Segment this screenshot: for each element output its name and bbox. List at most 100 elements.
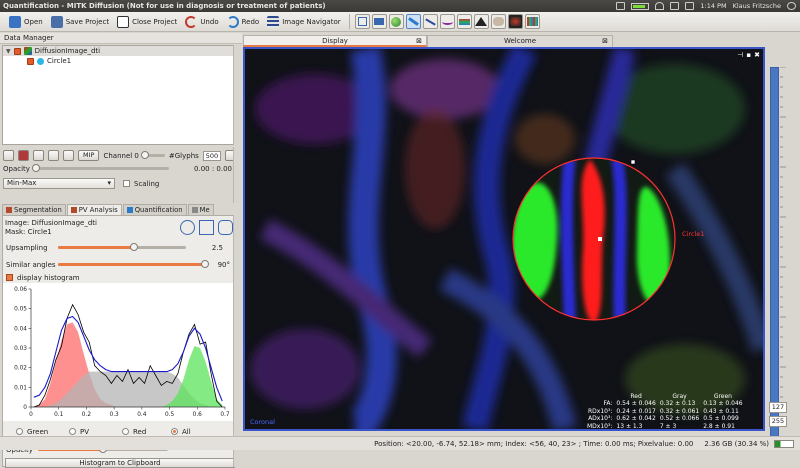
view-tool-button-10[interactable] (507, 14, 523, 29)
wifi-icon[interactable] (655, 2, 665, 10)
histogram-to-clipboard-button[interactable]: Histogram to Clipboard (5, 458, 235, 468)
x-tick-label: 0.4 (137, 412, 147, 418)
radio-green-label: Green (27, 427, 49, 436)
mail-icon[interactable] (670, 2, 680, 10)
channel-slider[interactable] (140, 151, 165, 159)
tab-welcome[interactable]: Welcome ⊠ (427, 35, 613, 47)
view-options-icon[interactable]: ⊣ (737, 51, 743, 59)
slider-knob[interactable] (129, 243, 138, 251)
toolbar-separator (348, 14, 350, 29)
fibers-color-icon (458, 18, 470, 25)
data-manager-scrollbar[interactable] (233, 45, 239, 145)
radio-pv[interactable] (69, 428, 76, 435)
glyphs-spinbox[interactable]: 500 (202, 150, 222, 161)
open-button[interactable]: Open (6, 13, 46, 30)
view-tool-button-7[interactable] (456, 14, 472, 29)
status-bar: Position: <20.00, -6.74, 52.18> mm; Inde… (0, 436, 800, 450)
view-tool-button-4[interactable] (405, 14, 421, 29)
view-tool-button-3[interactable] (388, 14, 404, 29)
roi-center-handle[interactable] (598, 237, 602, 241)
window-titlebar: Quantification - MITK Diffusion (Not for… (0, 0, 800, 12)
battery-icon[interactable] (631, 2, 650, 10)
tab-quantification[interactable]: Quantification (122, 204, 187, 215)
tab-more[interactable]: Me (187, 204, 214, 215)
slider-knob[interactable] (140, 151, 149, 159)
view-tool-button-8[interactable] (473, 14, 489, 29)
power-icon[interactable] (787, 2, 796, 10)
user-name[interactable]: Klaus Fritzsche (733, 2, 781, 10)
roi-radius-handle[interactable] (630, 159, 636, 165)
render-mode-button-3[interactable] (63, 150, 74, 161)
position-readout: Position: <20.00, -6.74, 52.18> mm; Inde… (374, 439, 694, 448)
visibility-checkbox[interactable] (27, 57, 34, 65)
dicom-icon (374, 18, 385, 25)
tree-node-circle[interactable]: Circle1 (3, 56, 237, 66)
upsampling-row: Upsampling 2.5 (3, 241, 235, 254)
circle-roi-button[interactable] (180, 220, 195, 235)
scaling-checkbox[interactable] (123, 180, 130, 187)
clock[interactable]: 1:14 PM (700, 2, 726, 10)
y-tick-label: 0.01 (14, 385, 27, 391)
properties-scrollbar[interactable] (233, 147, 239, 203)
redo-button[interactable]: Redo (224, 13, 263, 30)
view-tool-button-6[interactable] (439, 14, 455, 29)
tab-display[interactable]: Display ⊠ (243, 35, 427, 47)
close-view-icon[interactable]: ✖ (754, 51, 760, 59)
tree-node-diffusion-image[interactable]: ▼ DiffusionImage_dti (3, 46, 237, 56)
mip-button[interactable]: MIP (78, 150, 100, 161)
plugin-tabs: Segmentation PV Analysis Quantification … (2, 204, 238, 215)
undo-icon (185, 15, 198, 28)
radio-all[interactable] (171, 428, 178, 435)
close-tab-icon[interactable]: ⊠ (602, 36, 608, 47)
x-tick-label: 0.3 (110, 412, 120, 418)
close-tab-icon[interactable]: ⊠ (416, 36, 422, 47)
memory-bar (774, 439, 794, 448)
view-tool-button-11[interactable] (524, 14, 540, 29)
keyboard-icon[interactable] (616, 2, 626, 10)
square-icon (357, 17, 367, 26)
window-input[interactable]: 255 (769, 416, 787, 427)
image-navigator-button[interactable]: Image Navigator (264, 13, 343, 30)
normalization-combo[interactable]: Min-Max (3, 178, 115, 189)
tab-segmentation[interactable]: Segmentation (2, 204, 66, 215)
slider-knob[interactable] (200, 260, 209, 268)
pv-panel-scrollbar[interactable] (233, 215, 239, 467)
expand-arrow-icon[interactable]: ▼ (6, 48, 11, 55)
view-tool-button-2[interactable] (371, 14, 387, 29)
reset-button[interactable] (3, 150, 14, 161)
polygon-roi-button[interactable] (218, 220, 233, 235)
view-tool-button-9[interactable] (490, 14, 506, 29)
level-window-slider[interactable] (770, 67, 779, 437)
volume-icon[interactable] (685, 2, 695, 10)
y-tick-label: 0.02 (14, 366, 27, 372)
x-tick-label: 0.5 (165, 412, 175, 418)
radio-red[interactable] (122, 428, 129, 435)
radio-green[interactable] (16, 428, 23, 435)
display-histogram-checkbox[interactable] (6, 274, 13, 281)
render-mode-button-1[interactable] (33, 150, 44, 161)
maximize-icon[interactable]: ▪ (746, 51, 751, 59)
close-project-button[interactable]: Close Project (114, 13, 180, 30)
data-manager-tree[interactable]: ▼ DiffusionImage_dti Circle1 (2, 45, 238, 145)
opacity-range-slider[interactable] (31, 164, 169, 172)
system-tray: 1:14 PM Klaus Fritzsche (616, 2, 800, 10)
render-window-coronal[interactable]: ⊣ ▪ ✖ Circle1 Coronal Red Gray Green FA:… (243, 47, 765, 431)
undo-button[interactable]: Undo (182, 13, 221, 30)
upsampling-slider[interactable] (58, 243, 186, 251)
similar-angles-slider[interactable] (58, 260, 209, 268)
tab-pv-analysis[interactable]: PV Analysis (66, 204, 122, 215)
similar-angles-label: Similar angles (6, 260, 56, 269)
stats-cell: 0.54 ± 0.046 (616, 400, 656, 408)
visibility-checkbox[interactable] (13, 47, 21, 55)
view-tool-button-1[interactable] (354, 14, 370, 29)
odf-glyph-button[interactable] (18, 150, 29, 161)
level-input[interactable]: 127 (769, 402, 787, 413)
slider-knob[interactable] (31, 164, 40, 172)
save-project-button[interactable]: Save Project (48, 13, 112, 30)
upsampling-label: Upsampling (6, 243, 48, 252)
circle-roi-icon (37, 57, 44, 65)
x-tick-label: 0 (29, 412, 33, 418)
view-tool-button-5[interactable] (422, 14, 438, 29)
rectangle-roi-button[interactable] (199, 220, 214, 235)
render-mode-button-2[interactable] (48, 150, 59, 161)
